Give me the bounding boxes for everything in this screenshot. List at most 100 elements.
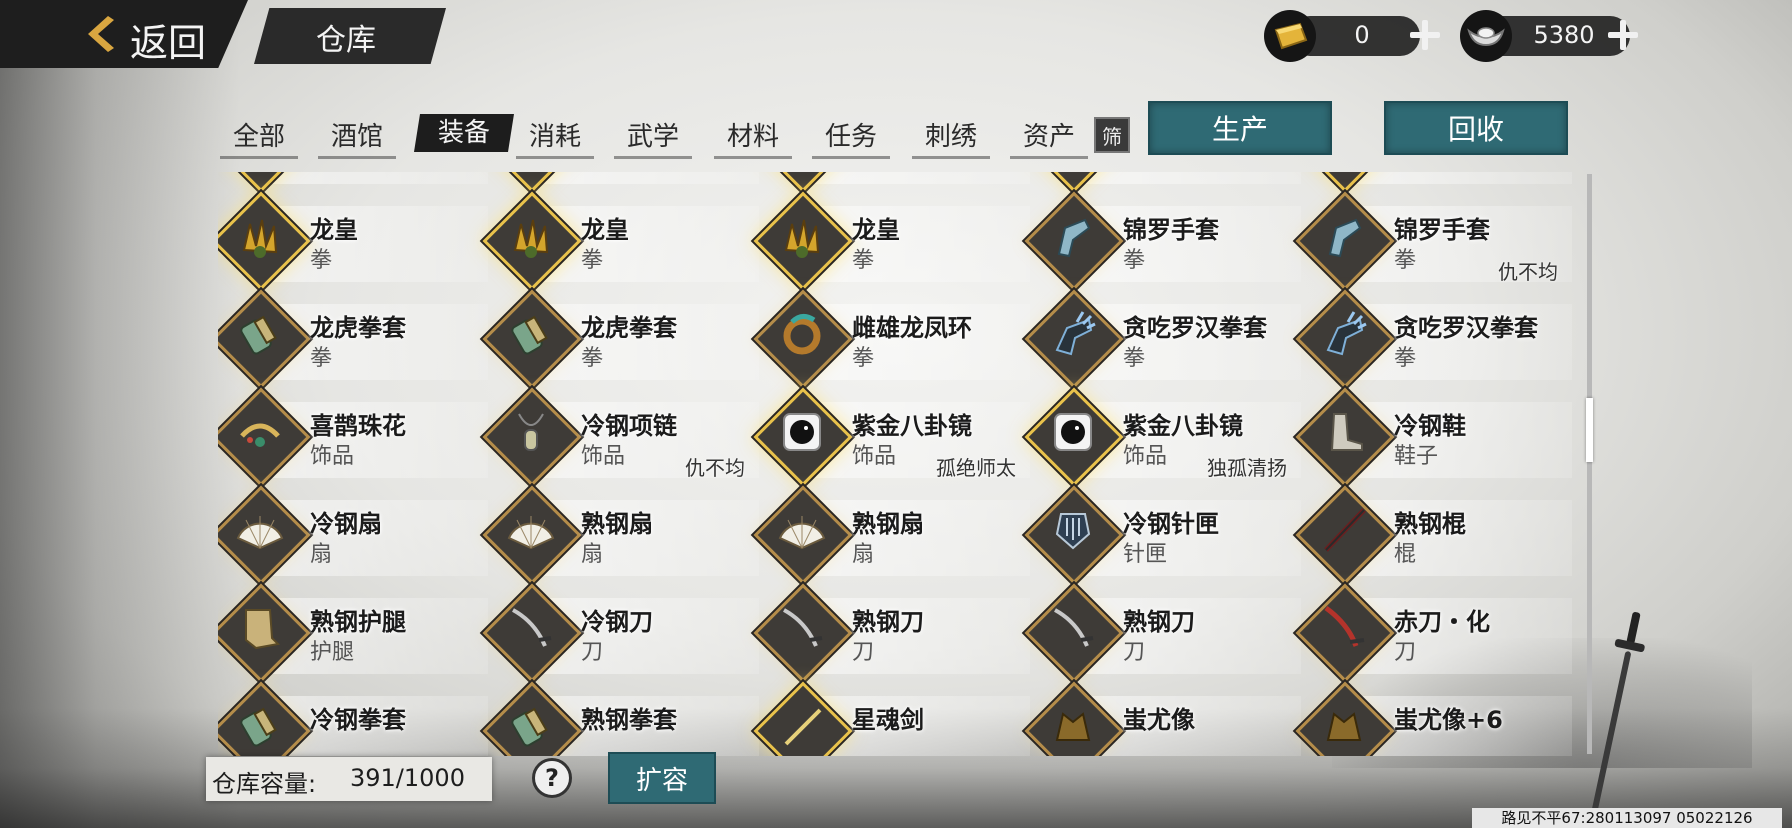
item-slot[interactable]: 龙虎拳套拳 (218, 289, 488, 389)
item-slot[interactable]: 冷钢项链 饰品 仇不均 (482, 387, 759, 487)
tab-label: 消耗 (528, 122, 581, 152)
item-slot[interactable]: 星魂剑 (753, 681, 1030, 756)
fan-icon (232, 502, 288, 558)
gauntlet-icon (503, 306, 559, 362)
claw-glove-icon (1045, 306, 1101, 362)
tab-materials[interactable]: 材料 (714, 116, 792, 159)
statue-icon (1316, 698, 1372, 754)
item-slot[interactable]: 冷钢拳套 (218, 681, 488, 756)
item-slot[interactable]: 贪吃罗汉拳套拳 (1024, 289, 1301, 389)
scrollbar-track[interactable] (1587, 174, 1592, 754)
item-type: 刀 (581, 640, 604, 665)
item-slot[interactable]: 熟钢扇扇 (482, 485, 759, 585)
item-type: 刀 (1123, 640, 1146, 665)
item-grid: 拳拳拳拳拳龙皇拳龙皇拳龙皇拳锦罗手套拳锦罗手套拳仇不均龙虎拳套拳龙虎拳套拳雌雄龙… (218, 172, 1590, 756)
item-name: 赤刀・化 (1394, 608, 1490, 636)
item-slot[interactable]: 龙皇拳 (482, 191, 759, 291)
saber-icon (774, 600, 830, 656)
item-slot[interactable]: 龙皇拳 (218, 191, 488, 291)
bagua-mirror-icon (774, 404, 830, 460)
help-icon: ? (545, 764, 559, 792)
glove-icon (1045, 208, 1101, 264)
item-slot[interactable]: 熟钢护腿 护腿 (218, 583, 488, 683)
tab-martial-arts[interactable]: 武学 (614, 116, 692, 159)
item-slot[interactable]: 拳 (753, 172, 1030, 193)
item-type: 拳 (581, 248, 604, 273)
item-slot[interactable]: 拳 (218, 172, 488, 193)
item-slot[interactable]: 冷钢针匣 针匣 (1024, 485, 1301, 585)
item-type: 拳 (852, 248, 875, 273)
dragon-claw-icon (232, 208, 288, 264)
item-slot[interactable]: 雌雄龙凤环拳 (753, 289, 1030, 389)
item-owner: 仇不均 (1498, 260, 1558, 284)
item-type: 棍 (1394, 542, 1417, 567)
item-slot[interactable]: 赤刀・化刀 (1295, 583, 1572, 683)
scrollbar-thumb[interactable] (1586, 398, 1593, 462)
item-slot-background (258, 172, 488, 184)
back-button[interactable]: 返回 (0, 0, 248, 68)
tab-equipment[interactable]: 装备 (414, 114, 514, 152)
tab-tavern[interactable]: 酒馆 (318, 116, 396, 159)
item-slot[interactable]: 熟钢刀刀 (1024, 583, 1301, 683)
item-slot[interactable]: 熟钢拳套 (482, 681, 759, 756)
item-slot[interactable]: 龙虎拳套拳 (482, 289, 759, 389)
item-name: 熟钢棍 (1394, 510, 1466, 538)
tab-label: 全部 (232, 122, 285, 152)
item-slot[interactable]: 紫金八卦镜 饰品 独孤清扬 (1024, 387, 1301, 487)
gauntlet-icon (232, 306, 288, 362)
item-slot[interactable]: 冷钢鞋 鞋子 (1295, 387, 1572, 487)
expand-label: 扩容 (635, 765, 688, 796)
tab-label: 刺绣 (924, 122, 977, 152)
item-type: 拳 (310, 172, 332, 176)
item-slot[interactable]: 贪吃罗汉拳套拳 (1295, 289, 1572, 389)
needle-case-icon (1045, 502, 1101, 558)
tab-quests[interactable]: 任务 (812, 116, 890, 159)
item-name: 熟钢扇 (852, 510, 924, 538)
help-button[interactable]: ? (532, 758, 572, 798)
item-type: 拳 (1123, 248, 1146, 273)
item-slot[interactable]: 熟钢棍棍 (1295, 485, 1572, 585)
item-type: 扇 (310, 542, 333, 567)
item-slot-background (1342, 172, 1572, 184)
ring-icon (774, 306, 830, 362)
item-slot[interactable]: 拳 (482, 172, 759, 193)
item-slot[interactable]: 冷钢刀刀 (482, 583, 759, 683)
player-id-footer: 路见不平67:280113097 05022126 (1472, 808, 1782, 828)
item-slot[interactable]: 蚩尤像+6 (1295, 681, 1572, 756)
item-slot[interactable]: 紫金八卦镜 饰品 孤绝师太 (753, 387, 1030, 487)
produce-button[interactable]: 生产 (1148, 101, 1332, 155)
item-type: 拳 (1123, 172, 1145, 176)
claw-glove-icon (1316, 306, 1372, 362)
item-slot[interactable]: 龙皇拳 (753, 191, 1030, 291)
item-slot[interactable]: 锦罗手套拳 仇不均 (1295, 191, 1572, 291)
item-name: 贪吃罗汉拳套 (1394, 314, 1538, 342)
item-slot[interactable]: 熟钢刀刀 (753, 583, 1030, 683)
item-slot[interactable]: 熟钢扇扇 (753, 485, 1030, 585)
item-slot[interactable]: 拳 (1024, 172, 1301, 193)
item-slot[interactable]: 拳 (1295, 172, 1572, 193)
tab-consumables[interactable]: 消耗 (516, 116, 594, 159)
expand-button[interactable]: 扩容 (608, 752, 716, 804)
item-name: 熟钢刀 (852, 608, 924, 636)
item-slot-background (1071, 172, 1301, 184)
item-slot[interactable]: 锦罗手套拳 (1024, 191, 1301, 291)
gauntlet-icon (503, 698, 559, 754)
fan-icon (774, 502, 830, 558)
item-type: 扇 (852, 542, 875, 567)
item-name: 锦罗手套 (1394, 216, 1490, 244)
item-name: 冷钢扇 (310, 510, 382, 538)
filter-button[interactable]: 筛 (1094, 117, 1130, 153)
add-gold-icon[interactable] (1408, 18, 1442, 52)
tab-all[interactable]: 全部 (220, 116, 298, 159)
tab-assets[interactable]: 资产 (1010, 116, 1088, 159)
item-type: 拳 (852, 172, 874, 176)
item-name: 冷钢项链 (581, 412, 677, 440)
tab-embroidery[interactable]: 刺绣 (912, 116, 990, 159)
add-silver-icon[interactable] (1606, 18, 1640, 52)
item-slot[interactable]: 冷钢扇扇 (218, 485, 488, 585)
staff-icon (1316, 502, 1372, 558)
item-slot[interactable]: 喜鹊珠花 饰品 (218, 387, 488, 487)
recycle-button[interactable]: 回收 (1384, 101, 1568, 155)
item-owner: 独孤清扬 (1207, 456, 1287, 480)
item-slot[interactable]: 蚩尤像 (1024, 681, 1301, 756)
